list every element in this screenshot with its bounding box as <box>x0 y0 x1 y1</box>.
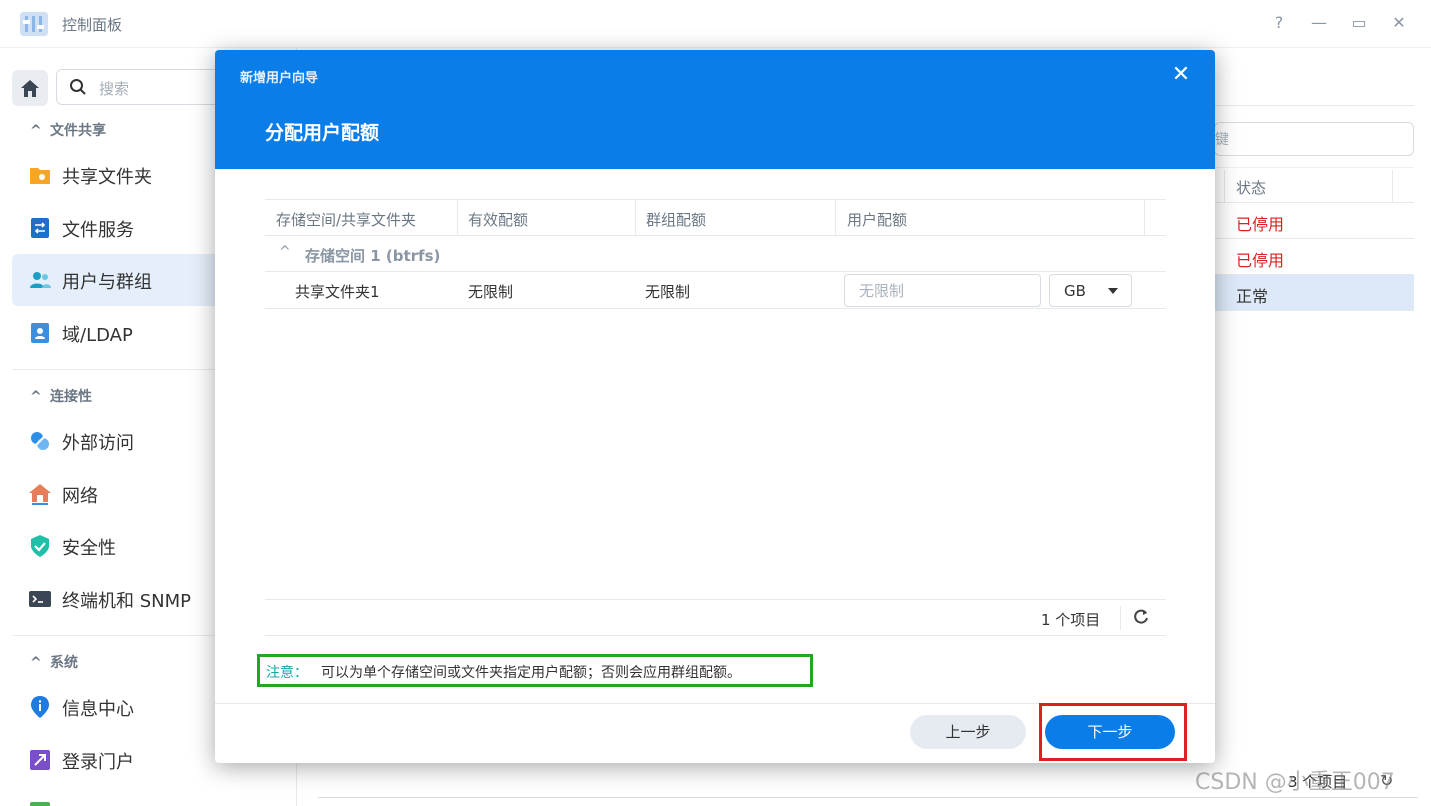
column-separator <box>635 200 636 236</box>
dialog-header: 新增用户向导 ✕ 分配用户配额 <box>215 50 1215 169</box>
section-system[interactable]: ^ 系统 <box>30 652 78 672</box>
user-quota-input[interactable] <box>845 275 1040 306</box>
folder-icon <box>30 168 50 184</box>
home-icon <box>21 80 39 97</box>
window-title: 控制面板 <box>62 16 123 34</box>
table-row[interactable]: 已停用 <box>1214 203 1414 239</box>
quota-unit-select[interactable]: GB <box>1049 274 1132 307</box>
column-separator <box>1392 170 1393 202</box>
section-connectivity[interactable]: ^ 连接性 <box>30 386 92 406</box>
sidebar-item-label: 用户与群组 <box>62 272 152 293</box>
user-quota-field[interactable] <box>844 274 1041 307</box>
sidebar-item-label: 终端机和 SNMP <box>62 591 191 612</box>
sidebar-item-label: 安全性 <box>62 538 116 559</box>
user-table-header: 状态 <box>1214 167 1414 203</box>
storage-group-row[interactable]: ^ 存储空间 1 (btrfs) <box>265 236 1166 272</box>
note-text: 可以为单个存储空间或文件夹指定用户配额；否则会应用群组配额。 <box>321 665 741 681</box>
status-cell: 正常 <box>1236 287 1269 306</box>
file-services-icon <box>31 218 49 238</box>
note-box: 注意： 可以为单个存储空间或文件夹指定用户配额；否则会应用群组配额。 <box>257 654 813 687</box>
status-column-header[interactable]: 状态 <box>1236 177 1266 198</box>
add-user-wizard-dialog: 新增用户向导 ✕ 分配用户配额 存储空间/共享文件夹 有效配额 群组配额 用户配… <box>215 50 1215 763</box>
footer-divider <box>318 797 1418 798</box>
minimize-icon[interactable]: — <box>1308 12 1330 34</box>
maximize-icon[interactable]: ▭ <box>1348 12 1370 34</box>
item-count: 1 个项目 <box>1041 611 1101 629</box>
table-row[interactable]: 共享文件夹1 无限制 无限制 GB <box>265 272 1166 309</box>
status-cell: 已停用 <box>1236 215 1285 234</box>
column-separator <box>457 200 458 236</box>
previous-button[interactable]: 上一步 <box>910 715 1026 749</box>
section-file-sharing[interactable]: ^ 文件共享 <box>30 120 106 140</box>
home-button[interactable] <box>12 70 48 106</box>
group-quota: 无限制 <box>645 283 691 301</box>
footer-separator <box>1120 606 1121 630</box>
dropdown-arrow-icon <box>1108 288 1118 294</box>
user-search-input[interactable]: 键 <box>1214 122 1414 156</box>
folder-name: 共享文件夹1 <box>295 283 380 301</box>
column-separator <box>1144 200 1145 236</box>
sidebar-item-partial[interactable] <box>12 786 296 806</box>
column-separator <box>835 200 836 236</box>
column-header-effective[interactable]: 有效配额 <box>468 209 528 230</box>
quota-grid: 存储空间/共享文件夹 有效配额 群组配额 用户配额 ^ 存储空间 1 (btrf… <box>265 199 1166 636</box>
step-title: 分配用户配额 <box>265 122 380 144</box>
chevron-up-icon: ^ <box>30 389 42 405</box>
column-header-user-quota[interactable]: 用户配额 <box>847 209 907 230</box>
search-placeholder: 搜索 <box>99 80 130 98</box>
toolbar-divider <box>1214 105 1414 106</box>
window-titlebar: 控制面板 ? — ▭ ✕ <box>0 0 1431 48</box>
quota-unit-value: GB <box>1064 282 1086 300</box>
chevron-up-icon: ^ <box>30 123 42 139</box>
grid-footer: 1 个项目 <box>265 599 1166 636</box>
sidebar-item-label: 外部访问 <box>62 433 134 454</box>
grid-header: 存储空间/共享文件夹 有效配额 群组配额 用户配额 <box>265 200 1166 236</box>
sidebar-item-label: 信息中心 <box>62 699 134 720</box>
info-icon <box>31 696 49 718</box>
shield-icon <box>31 535 49 557</box>
external-access-icon <box>31 432 49 450</box>
chevron-up-icon[interactable]: ^ <box>279 244 291 260</box>
column-separator <box>1224 170 1225 202</box>
column-header-group-quota[interactable]: 群组配额 <box>646 209 706 230</box>
app-icon <box>30 802 50 806</box>
close-icon[interactable]: ✕ <box>1169 63 1193 87</box>
storage-group-label: 存储空间 1 (btrfs) <box>305 247 441 265</box>
control-panel-icon <box>20 12 48 36</box>
sidebar-item-label: 域/LDAP <box>62 325 133 346</box>
sidebar-item-label: 网络 <box>62 486 98 507</box>
sidebar-item-label: 共享文件夹 <box>62 167 152 188</box>
domain-ldap-icon <box>31 323 49 343</box>
effective-quota: 无限制 <box>468 283 514 301</box>
close-window-icon[interactable]: ✕ <box>1388 12 1410 34</box>
highlight-box <box>1039 703 1187 761</box>
login-portal-icon <box>30 750 50 770</box>
note-label: 注意： <box>266 665 308 681</box>
wizard-title: 新增用户向导 <box>240 71 319 86</box>
watermark: CSDN @小重王007 <box>1195 770 1395 795</box>
chevron-up-icon: ^ <box>30 655 42 671</box>
network-icon <box>29 484 51 505</box>
table-row-selected[interactable]: 正常 <box>1214 275 1414 311</box>
help-icon[interactable]: ? <box>1268 12 1290 34</box>
sidebar-item-label: 登录门户 <box>62 752 134 773</box>
users-icon <box>30 272 51 288</box>
column-header-folder[interactable]: 存储空间/共享文件夹 <box>276 209 416 230</box>
table-row[interactable]: 已停用 <box>1214 239 1414 275</box>
sidebar-item-label: 文件服务 <box>62 220 134 241</box>
terminal-icon <box>29 591 51 607</box>
search-icon <box>70 79 86 95</box>
status-cell: 已停用 <box>1236 251 1285 270</box>
refresh-icon[interactable] <box>1131 607 1151 627</box>
